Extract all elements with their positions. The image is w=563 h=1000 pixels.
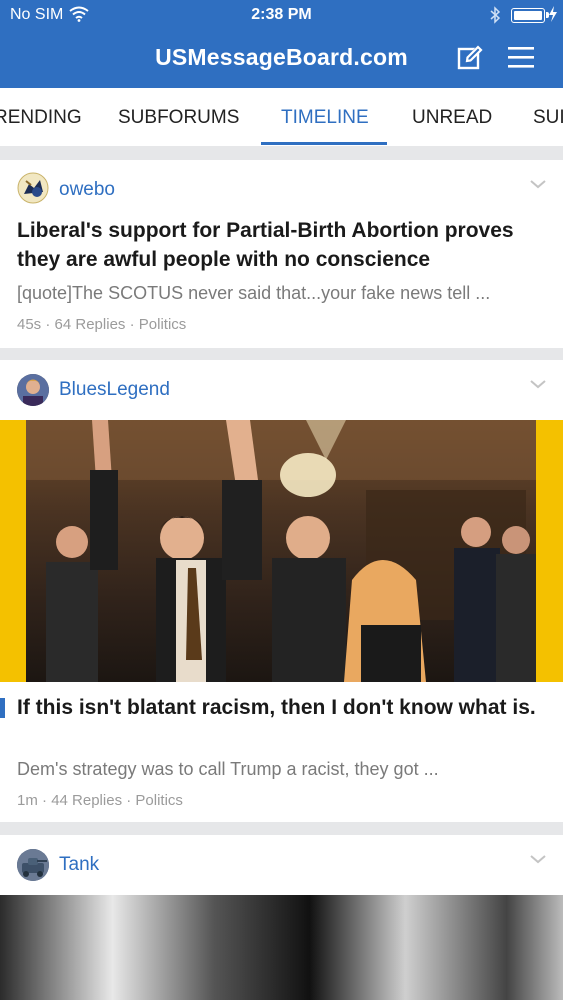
post-card[interactable]: BluesLegend If this isn't blatant racism… [0, 360, 563, 822]
avatar[interactable] [17, 849, 49, 881]
bluetooth-icon [490, 6, 501, 24]
tab-bar: RENDING SUBFORUMS TIMELINE UNREAD SUI [0, 88, 563, 146]
post-excerpt: [quote]The SCOTUS never said that...your… [17, 283, 491, 303]
post-card[interactable]: owebo Liberal's support for Partial-Birt… [0, 160, 563, 348]
avatar[interactable] [17, 374, 49, 406]
chevron-down-icon[interactable] [529, 378, 547, 390]
post-author[interactable]: Tank [59, 854, 99, 876]
chevron-down-icon[interactable] [529, 853, 547, 865]
tab-subforums[interactable]: SUBFORUMS [118, 107, 239, 129]
post-meta: 45s · 64 Replies · Politics [17, 316, 187, 333]
post-meta: 1m · 44 Replies · Politics [17, 792, 183, 809]
chevron-down-icon[interactable] [529, 178, 547, 190]
compose-icon[interactable] [456, 43, 484, 71]
active-tab-indicator [261, 142, 387, 145]
tab-timeline[interactable]: TIMELINE [281, 107, 369, 129]
post-title[interactable]: Liberal's support for Partial-Birth Abor… [17, 216, 547, 274]
tab-subscribed[interactable]: SUI [533, 107, 563, 129]
status-bar: No SIM 2:38 PM [0, 0, 563, 30]
menu-icon[interactable] [507, 45, 535, 69]
avatar[interactable] [17, 172, 49, 204]
post-time: 1m [17, 792, 38, 809]
post-forum[interactable]: Politics [139, 316, 187, 333]
reply-count: 44 Replies [51, 792, 123, 809]
battery-icon [511, 8, 549, 23]
tab-trending[interactable]: RENDING [0, 107, 82, 129]
reply-count: 64 Replies [54, 316, 126, 333]
clock: 2:38 PM [251, 6, 312, 23]
post-forum[interactable]: Politics [135, 792, 183, 809]
post-image[interactable] [0, 895, 563, 1000]
post-author[interactable]: owebo [59, 179, 115, 201]
post-excerpt: Dem's strategy was to call Trump a racis… [17, 759, 439, 779]
app-header: No SIM 2:38 PM USMessageBoard.com [0, 0, 563, 88]
charging-icon [549, 6, 557, 22]
post-author[interactable]: BluesLegend [59, 379, 170, 401]
post-time: 45s [17, 316, 42, 333]
post-card[interactable]: Tank [0, 835, 563, 1000]
tab-unread[interactable]: UNREAD [412, 107, 492, 129]
unread-indicator [0, 698, 5, 718]
post-title[interactable]: If this isn't blatant racism, then I don… [17, 693, 547, 722]
post-image[interactable] [0, 420, 563, 682]
